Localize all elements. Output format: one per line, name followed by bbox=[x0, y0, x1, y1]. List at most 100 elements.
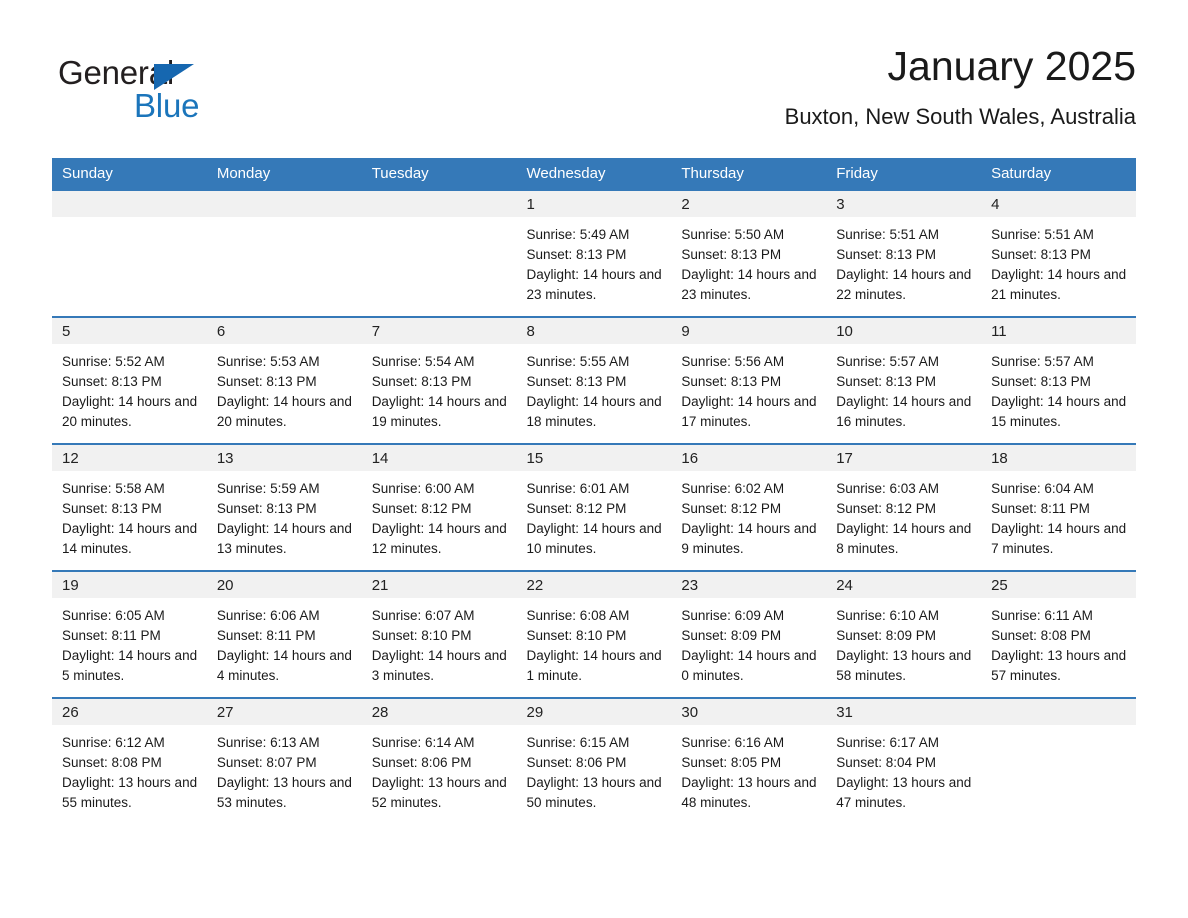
calendar-day-cell[interactable]: 21 Sunrise: 6:07 AM Sunset: 8:10 PM Dayligh… bbox=[361, 570, 517, 698]
calendar-cell-inner: 7 Sunrise: 5:54 AM Sunset: 8:13 PM Daylight… bbox=[361, 318, 517, 443]
calendar-day-cell[interactable]: 25 Sunrise: 6:11 AM Sunset: 8:08 PM Dayligh… bbox=[981, 570, 1136, 698]
day-details: Sunrise: 5:51 AM Sunset: 8:13 PM Daylight:… bbox=[826, 217, 981, 305]
day-number: 25 bbox=[981, 572, 1136, 598]
sunset-text: Sunset: 8:08 PM bbox=[62, 755, 162, 770]
sunrise-text: Sunrise: 5:53 AM bbox=[216, 354, 320, 369]
day-number: 8 bbox=[516, 318, 672, 344]
day-details: Sunrise: 5:49 AM Sunset: 8:13 PM Daylight:… bbox=[517, 217, 672, 305]
calendar-cell-inner: 3 Sunrise: 5:51 AM Sunset: 8:13 PM Daylight… bbox=[826, 191, 982, 316]
sunrise-text: Sunrise: 6:10 AM bbox=[836, 608, 940, 623]
calendar-day-cell[interactable]: 27 Sunrise: 6:13 AM Sunset: 8:07 PM Dayligh… bbox=[206, 697, 362, 824]
day-number: 6 bbox=[206, 318, 362, 344]
calendar-day-cell[interactable]: 30 Sunrise: 6:16 AM Sunset: 8:05 PM Dayligh… bbox=[671, 697, 827, 824]
title-block: January 2025 Buxton, New South Wales, Au… bbox=[785, 40, 1136, 130]
daylight-text: Daylight: 14 hours and 7 minutes. bbox=[991, 521, 1127, 556]
day-number: 24 bbox=[826, 572, 982, 598]
day-details: Sunrise: 5:50 AM Sunset: 8:13 PM Daylight:… bbox=[671, 217, 826, 305]
sunrise-text: Sunrise: 5:51 AM bbox=[991, 227, 1094, 242]
daylight-text: Daylight: 13 hours and 53 minutes. bbox=[216, 775, 352, 810]
calendar-day-cell[interactable]: 16 Sunrise: 6:02 AM Sunset: 8:12 PM Dayligh… bbox=[671, 443, 827, 571]
calendar-day-cell[interactable]: 26 Sunrise: 6:12 AM Sunset: 8:08 PM Dayligh… bbox=[52, 697, 207, 824]
day-details: Sunrise: 6:04 AM Sunset: 8:11 PM Daylight:… bbox=[981, 471, 1136, 559]
calendar-day-cell[interactable]: 15 Sunrise: 6:01 AM Sunset: 8:12 PM Dayligh… bbox=[516, 443, 672, 571]
day-details: Sunrise: 6:01 AM Sunset: 8:12 PM Daylight:… bbox=[517, 471, 672, 559]
calendar-day-cell[interactable]: 23 Sunrise: 6:09 AM Sunset: 8:09 PM Dayligh… bbox=[671, 570, 827, 698]
calendar-day-cell[interactable]: 4 Sunrise: 5:51 AM Sunset: 8:13 PM Daylight… bbox=[981, 189, 1136, 317]
sunset-text: Sunset: 8:13 PM bbox=[991, 247, 1091, 262]
calendar-day-cell[interactable]: 6 Sunrise: 5:53 AM Sunset: 8:13 PM Daylight… bbox=[206, 316, 362, 444]
sunrise-text: Sunrise: 6:04 AM bbox=[991, 481, 1094, 496]
day-number bbox=[361, 191, 517, 217]
sunset-text: Sunset: 8:10 PM bbox=[526, 628, 627, 643]
day-details: Sunrise: 6:14 AM Sunset: 8:06 PM Daylight:… bbox=[362, 725, 517, 813]
calendar-day-cell[interactable]: 3 Sunrise: 5:51 AM Sunset: 8:13 PM Daylight… bbox=[826, 189, 982, 317]
calendar-day-cell[interactable]: 11 Sunrise: 5:57 AM Sunset: 8:13 PM Dayligh… bbox=[981, 316, 1136, 444]
sunset-text: Sunset: 8:13 PM bbox=[991, 374, 1091, 389]
calendar-day-cell[interactable]: 24 Sunrise: 6:10 AM Sunset: 8:09 PM Dayligh… bbox=[826, 570, 982, 698]
calendar-cell-inner: 6 Sunrise: 5:53 AM Sunset: 8:13 PM Daylight… bbox=[206, 318, 362, 443]
calendar-day-cell[interactable]: 22 Sunrise: 6:08 AM Sunset: 8:10 PM Dayligh… bbox=[516, 570, 672, 698]
calendar-cell-inner: 12 Sunrise: 5:58 AM Sunset: 8:13 PM Dayligh… bbox=[52, 445, 207, 570]
daylight-text: Daylight: 14 hours and 16 minutes. bbox=[836, 394, 972, 429]
sunset-text: Sunset: 8:07 PM bbox=[216, 755, 317, 770]
calendar-cell-inner: 15 Sunrise: 6:01 AM Sunset: 8:12 PM Dayligh… bbox=[516, 445, 672, 570]
daylight-text: Daylight: 14 hours and 3 minutes. bbox=[371, 648, 507, 683]
calendar-page: General Blue January 2025 Buxton, New So… bbox=[0, 0, 1188, 918]
daylight-text: Daylight: 14 hours and 19 minutes. bbox=[371, 394, 507, 429]
day-details: Sunrise: 6:12 AM Sunset: 8:08 PM Daylight:… bbox=[52, 725, 207, 813]
day-details: Sunrise: 6:16 AM Sunset: 8:05 PM Daylight:… bbox=[671, 725, 826, 813]
sunrise-text: Sunrise: 6:09 AM bbox=[681, 608, 785, 623]
weekday-header-friday: Friday bbox=[826, 158, 982, 190]
daylight-text: Daylight: 13 hours and 50 minutes. bbox=[526, 775, 662, 810]
sunset-text: Sunset: 8:13 PM bbox=[371, 374, 472, 389]
day-details: Sunrise: 5:51 AM Sunset: 8:13 PM Daylight:… bbox=[981, 217, 1136, 305]
calendar-day-cell[interactable]: 29 Sunrise: 6:15 AM Sunset: 8:06 PM Dayligh… bbox=[516, 697, 672, 824]
day-number: 2 bbox=[671, 191, 827, 217]
day-number: 4 bbox=[981, 191, 1136, 217]
sunrise-text: Sunrise: 6:03 AM bbox=[836, 481, 940, 496]
calendar-day-cell[interactable]: 20 Sunrise: 6:06 AM Sunset: 8:11 PM Dayligh… bbox=[206, 570, 362, 698]
calendar-day-cell[interactable]: 10 Sunrise: 5:57 AM Sunset: 8:13 PM Dayligh… bbox=[826, 316, 982, 444]
calendar-cell-inner: 28 Sunrise: 6:14 AM Sunset: 8:06 PM Dayligh… bbox=[361, 699, 517, 824]
weekday-header-thursday: Thursday bbox=[671, 158, 827, 190]
daylight-text: Daylight: 14 hours and 9 minutes. bbox=[681, 521, 817, 556]
sunrise-text: Sunrise: 6:05 AM bbox=[62, 608, 165, 623]
sunset-text: Sunset: 8:09 PM bbox=[681, 628, 782, 643]
day-number: 28 bbox=[361, 699, 517, 725]
calendar-day-cell[interactable]: 19 Sunrise: 6:05 AM Sunset: 8:11 PM Dayligh… bbox=[52, 570, 207, 698]
calendar-day-cell[interactable]: 5 Sunrise: 5:52 AM Sunset: 8:13 PM Daylight… bbox=[52, 316, 207, 444]
calendar-day-cell[interactable]: 17 Sunrise: 6:03 AM Sunset: 8:12 PM Dayligh… bbox=[826, 443, 982, 571]
day-number: 30 bbox=[671, 699, 827, 725]
day-details: Sunrise: 5:57 AM Sunset: 8:13 PM Daylight:… bbox=[981, 344, 1136, 432]
sunset-text: Sunset: 8:13 PM bbox=[681, 374, 782, 389]
day-details: Sunrise: 6:11 AM Sunset: 8:08 PM Daylight:… bbox=[981, 598, 1136, 686]
day-details: Sunrise: 6:10 AM Sunset: 8:09 PM Daylight:… bbox=[826, 598, 981, 686]
calendar-day-cell[interactable]: 13 Sunrise: 5:59 AM Sunset: 8:13 PM Dayligh… bbox=[206, 443, 362, 571]
day-details: Sunrise: 5:53 AM Sunset: 8:13 PM Daylight:… bbox=[207, 344, 362, 432]
day-number bbox=[52, 191, 207, 217]
sunset-text: Sunset: 8:08 PM bbox=[991, 628, 1091, 643]
weekday-header-sunday: Sunday bbox=[52, 158, 207, 190]
daylight-text: Daylight: 14 hours and 0 minutes. bbox=[681, 648, 817, 683]
calendar-day-cell[interactable]: 8 Sunrise: 5:55 AM Sunset: 8:13 PM Daylight… bbox=[516, 316, 672, 444]
sunset-text: Sunset: 8:13 PM bbox=[62, 374, 162, 389]
calendar-cell-inner: 20 Sunrise: 6:06 AM Sunset: 8:11 PM Dayligh… bbox=[206, 572, 362, 697]
calendar-day-cell[interactable]: 28 Sunrise: 6:14 AM Sunset: 8:06 PM Dayligh… bbox=[361, 697, 517, 824]
calendar-day-cell[interactable]: 2 Sunrise: 5:50 AM Sunset: 8:13 PM Daylight… bbox=[671, 189, 827, 317]
calendar-cell-empty bbox=[206, 189, 362, 317]
calendar-day-cell[interactable]: 7 Sunrise: 5:54 AM Sunset: 8:13 PM Daylight… bbox=[361, 316, 517, 444]
calendar-cell-inner: 27 Sunrise: 6:13 AM Sunset: 8:07 PM Dayligh… bbox=[206, 699, 362, 824]
calendar-day-cell[interactable]: 12 Sunrise: 5:58 AM Sunset: 8:13 PM Dayligh… bbox=[52, 443, 207, 571]
day-number: 19 bbox=[52, 572, 207, 598]
sunset-text: Sunset: 8:13 PM bbox=[836, 374, 937, 389]
calendar-cell-empty bbox=[361, 189, 517, 317]
calendar-day-cell[interactable]: 18 Sunrise: 6:04 AM Sunset: 8:11 PM Dayligh… bbox=[981, 443, 1136, 571]
sunrise-text: Sunrise: 6:15 AM bbox=[526, 735, 630, 750]
calendar-day-cell[interactable]: 31 Sunrise: 6:17 AM Sunset: 8:04 PM Dayligh… bbox=[826, 697, 982, 824]
calendar-week-row: 5 Sunrise: 5:52 AM Sunset: 8:13 PM Daylight… bbox=[52, 316, 1136, 444]
calendar-day-cell[interactable]: 14 Sunrise: 6:00 AM Sunset: 8:12 PM Dayligh… bbox=[361, 443, 517, 571]
calendar-day-cell[interactable]: 9 Sunrise: 5:56 AM Sunset: 8:13 PM Daylight… bbox=[671, 316, 827, 444]
day-number: 31 bbox=[826, 699, 982, 725]
calendar-day-cell[interactable]: 1 Sunrise: 5:49 AM Sunset: 8:13 PM Daylight… bbox=[516, 189, 672, 317]
calendar-cell-inner: 5 Sunrise: 5:52 AM Sunset: 8:13 PM Daylight… bbox=[52, 318, 207, 443]
